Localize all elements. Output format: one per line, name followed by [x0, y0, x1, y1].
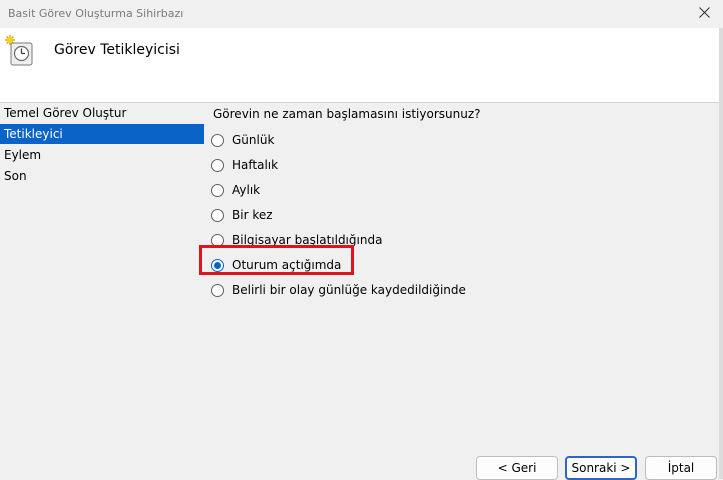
trigger-question: Görevin ne zaman başlamasını istiyorsunu… [213, 107, 481, 121]
option-label: Haftalık [232, 158, 279, 172]
option-label: Bir kez [232, 208, 273, 222]
next-button[interactable]: Sonraki > [565, 456, 637, 480]
option-label: Aylık [232, 183, 261, 197]
wizard-header: Görev Tetikleyicisi [0, 28, 719, 103]
radio-button[interactable] [211, 208, 224, 222]
cancel-button[interactable]: İptal [645, 456, 717, 480]
option-label: Belirli bir olay günlüğe kaydedildiğinde [232, 283, 466, 297]
sidebar-item-temel-gorev[interactable]: Temel Görev Oluştur [0, 103, 204, 123]
window-title: Basit Görev Oluşturma Sihirbazı [8, 7, 184, 20]
close-button[interactable] [687, 0, 723, 26]
radio-button[interactable] [211, 158, 224, 172]
task-clock-icon [4, 34, 34, 69]
option-olay-gunlugu[interactable]: Belirli bir olay günlüğe kaydedildiğinde [211, 280, 466, 300]
sidebar-item-son[interactable]: Son [0, 166, 204, 186]
radio-button[interactable] [211, 133, 224, 147]
title-bar: Basit Görev Oluşturma Sihirbazı [0, 0, 723, 28]
option-haftalik[interactable]: Haftalık [211, 155, 278, 175]
option-gunluk[interactable]: Günlük [211, 130, 274, 150]
page-title: Görev Tetikleyicisi [54, 42, 180, 58]
radio-button[interactable] [211, 283, 224, 297]
selection-highlight-box [199, 245, 354, 275]
wizard-steps-sidebar: Temel Görev Oluştur Tetikleyici Eylem So… [0, 103, 204, 187]
sidebar-item-eylem[interactable]: Eylem [0, 145, 204, 165]
back-button[interactable]: < Geri [476, 456, 558, 480]
option-aylik[interactable]: Aylık [211, 180, 260, 200]
option-bir-kez[interactable]: Bir kez [211, 205, 273, 225]
sidebar-item-tetikleyici[interactable]: Tetikleyici [0, 124, 204, 144]
window-border [719, 28, 723, 479]
option-label: Günlük [232, 133, 275, 147]
close-icon [699, 7, 710, 18]
radio-button[interactable] [211, 183, 224, 197]
